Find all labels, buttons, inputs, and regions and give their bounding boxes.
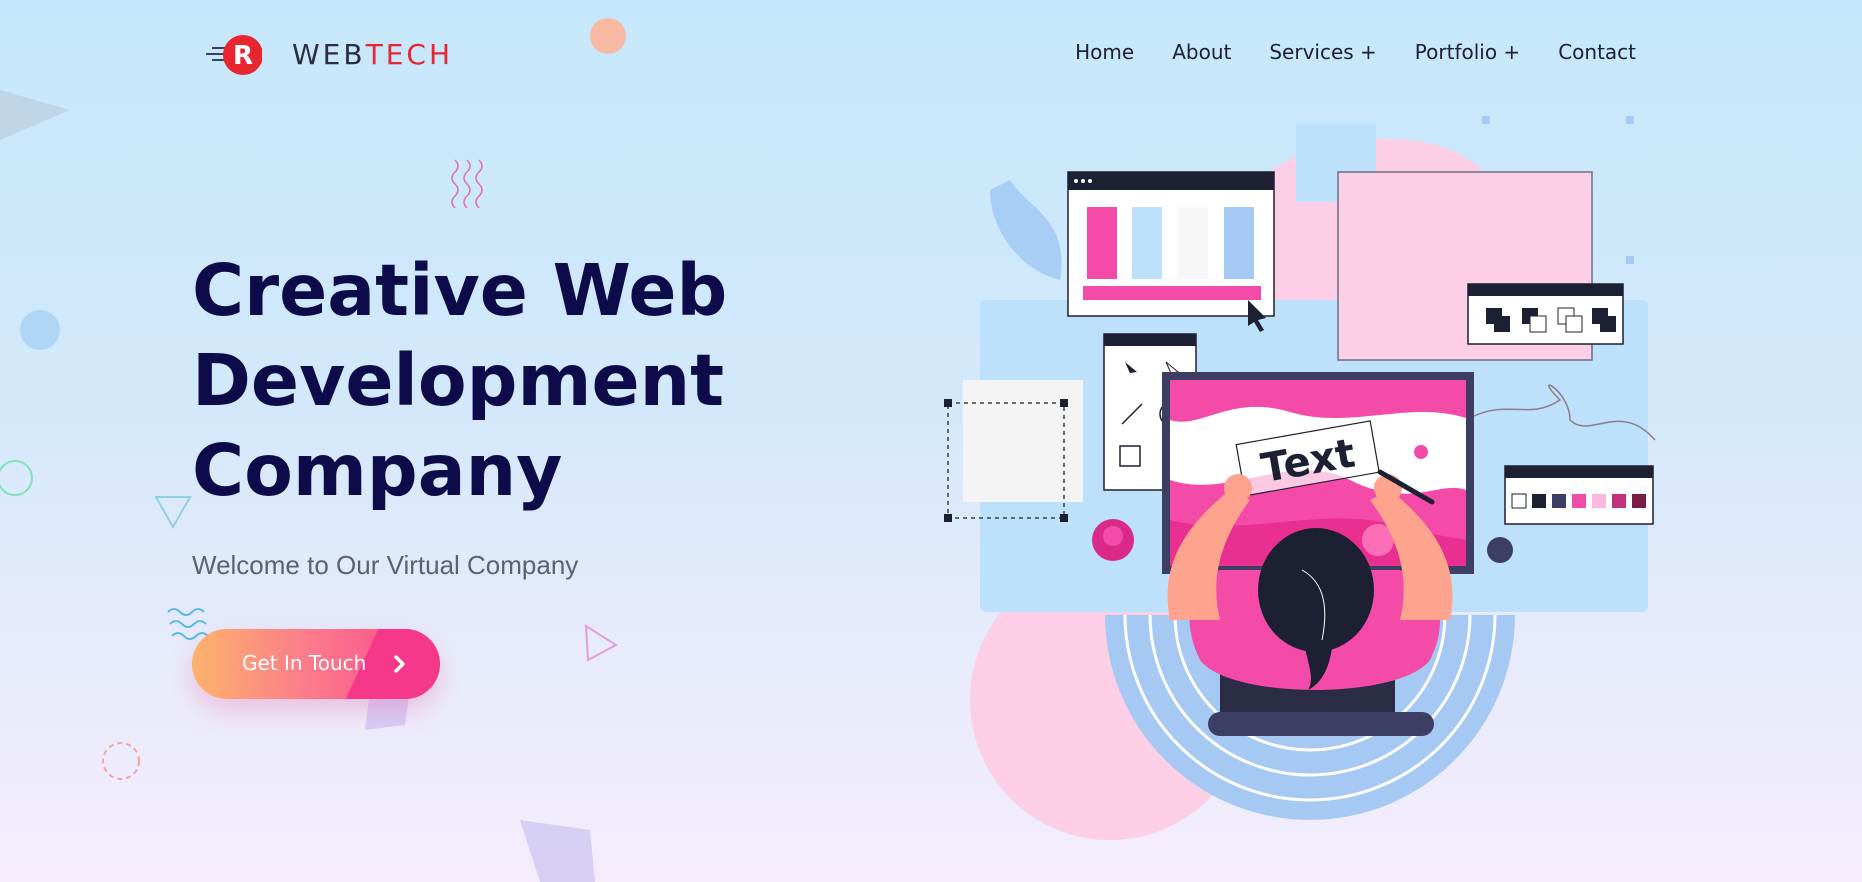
brand-logo[interactable]: R WEBTECH — [192, 32, 502, 78]
main-nav: Home About Services + Portfolio + Contac… — [1075, 40, 1636, 64]
hero-title-line-1: Creative Web — [192, 249, 728, 332]
brand-name-red: TECH — [365, 38, 453, 71]
hero-subtitle: Welcome to Our Virtual Company — [192, 550, 579, 580]
brand-name: WEBTECH — [292, 38, 453, 71]
logo-letter: R — [233, 41, 253, 71]
brand-name-dark: WEB — [292, 38, 366, 71]
hero-title-line-2: Development — [192, 339, 725, 422]
layers-window — [1467, 283, 1624, 345]
chart-window — [1067, 171, 1275, 332]
hero-illustration: Text — [944, 116, 1656, 840]
nav-item-services[interactable]: Services + — [1269, 40, 1376, 64]
nav-item-home[interactable]: Home — [1075, 40, 1134, 64]
color-palette-window — [1504, 465, 1654, 525]
logo-mark-icon: R — [206, 35, 262, 75]
get-in-touch-label: Get In Touch — [242, 651, 367, 675]
chevron-right-icon — [394, 655, 405, 673]
nav-item-contact[interactable]: Contact — [1558, 40, 1636, 64]
nav-item-portfolio[interactable]: Portfolio + — [1415, 40, 1520, 64]
hero-title: Creative Web Development Company — [192, 246, 832, 516]
get-in-touch-button[interactable]: Get In Touch — [192, 629, 440, 699]
hero-title-line-3: Company — [192, 429, 563, 512]
nav-item-about[interactable]: About — [1172, 40, 1231, 64]
